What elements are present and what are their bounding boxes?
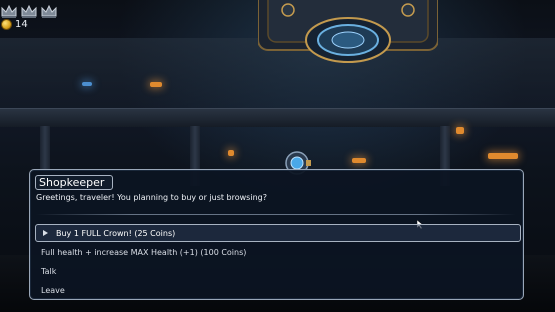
shop-dialog: Shopkeeper Greetings, traveler! You plan… [29, 169, 524, 300]
background-light [488, 153, 518, 159]
coin-counter: 14 [1, 19, 28, 30]
option-label: Full health + increase MAX Health (+1) (… [41, 247, 247, 257]
speaker-name: Shopkeeper [35, 175, 113, 190]
selection-arrow-icon [43, 230, 48, 236]
option-label: Leave [41, 285, 65, 295]
crown-counter [0, 3, 58, 19]
ceiling-machine-emblem [258, 0, 438, 63]
dialog-options: Buy 1 FULL Crown! (25 Coins) Full health… [35, 224, 521, 300]
dialog-option-full-health[interactable]: Full health + increase MAX Health (+1) (… [35, 243, 521, 261]
game-scene: 14 Shopkeeper Greetings, traveler! You p… [0, 0, 555, 312]
dialog-divider [36, 214, 516, 215]
dialog-option-leave[interactable]: Leave [35, 281, 521, 299]
background-light [456, 127, 464, 134]
option-label: Buy 1 FULL Crown! (25 Coins) [56, 228, 176, 238]
dialog-option-talk[interactable]: Talk [35, 262, 521, 280]
crown-icon [41, 4, 57, 18]
background-light [352, 158, 366, 163]
coin-count: 14 [15, 18, 28, 30]
crown-icon [21, 4, 37, 18]
background-light [82, 82, 92, 86]
background-light [150, 82, 162, 87]
crown-icon [1, 4, 17, 18]
option-label: Talk [41, 266, 57, 276]
dialog-option-buy-crown[interactable]: Buy 1 FULL Crown! (25 Coins) [35, 224, 521, 242]
dialog-message: Greetings, traveler! You planning to buy… [36, 193, 267, 202]
background-light [228, 150, 234, 156]
background-ledge [0, 108, 555, 127]
coin-icon [1, 19, 12, 30]
